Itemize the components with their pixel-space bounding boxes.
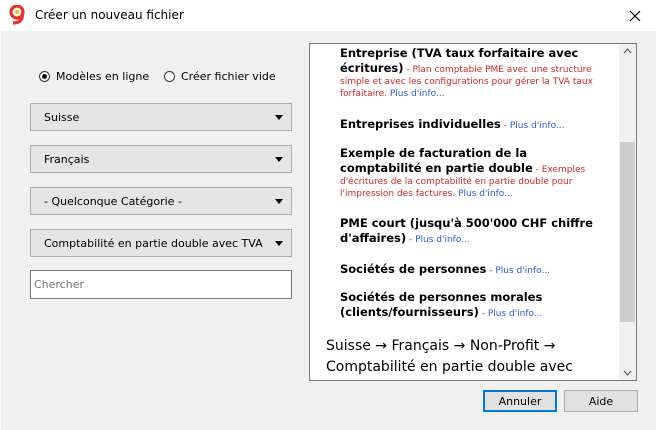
empty-file-radio[interactable]: Créer fichier vide (164, 67, 276, 85)
country-select-value: Suisse (44, 110, 80, 124)
template-description: - (500, 121, 510, 131)
more-info-link[interactable]: Plus d'info... (458, 189, 513, 199)
search-input[interactable] (30, 270, 292, 299)
title-bar: Créer un nouveau fichier (0, 0, 657, 31)
more-info-link[interactable]: Plus d'info... (390, 89, 445, 99)
more-info-link[interactable]: Plus d'info... (415, 235, 470, 245)
scroll-up-icon[interactable] (623, 48, 632, 54)
close-button[interactable] (616, 0, 654, 31)
template-name: Sociétés de personnes (340, 262, 487, 276)
radio-unselected-icon (164, 70, 175, 82)
category-select[interactable]: - Quelconque Catégorie - (30, 187, 292, 215)
template-item[interactable]: Sociétés de personnes - Plus d'info... (340, 262, 608, 277)
online-templates-radio[interactable]: Modèles en ligne (39, 67, 149, 85)
chevron-down-icon (275, 199, 283, 204)
template-name: Entreprises individuelles (340, 117, 501, 131)
dialog-body: Modèles en ligne Créer fichier vide Suis… (1, 31, 656, 430)
empty-file-label: Créer fichier vide (181, 69, 276, 83)
accounting-type-select-value: Comptabilité en partie double avec TVA (44, 236, 263, 250)
template-description: - (406, 235, 416, 245)
chevron-down-icon (275, 115, 283, 120)
category-select-value: - Quelconque Catégorie - (44, 194, 182, 208)
app-logo-icon (9, 5, 25, 25)
cancel-button[interactable]: Annuler (483, 390, 557, 412)
more-info-link[interactable]: Plus d'info... (495, 266, 550, 276)
template-name: Exemple de facturation de la comptabilit… (340, 146, 533, 175)
template-item[interactable]: Entreprise (TVA taux forfaitaire avec éc… (340, 46, 608, 100)
accounting-type-select[interactable]: Comptabilité en partie double avec TVA (30, 229, 292, 257)
template-item[interactable]: Sociétés de personnes morales (clients/f… (340, 290, 608, 320)
template-description: - (478, 309, 488, 319)
chevron-down-icon (275, 157, 283, 162)
template-list[interactable]: Entreprise (TVA taux forfaitaire avec éc… (309, 43, 637, 381)
template-item[interactable]: PME court (jusqu'à 500'000 CHF chiffre d… (340, 216, 608, 246)
template-item[interactable]: Entreprises individuelles - Plus d'info.… (340, 117, 608, 132)
vertical-scrollbar[interactable] (619, 44, 636, 380)
close-icon (629, 10, 641, 21)
window-title: Créer un nouveau fichier (35, 8, 184, 22)
chevron-down-icon (275, 241, 283, 246)
more-info-link[interactable]: Plus d'info... (488, 309, 543, 319)
group-path-heading: Suisse → Français → Non-Profit → Comptab… (326, 338, 573, 375)
language-select-value: Français (44, 152, 90, 166)
radio-selected-icon (39, 70, 50, 82)
language-select[interactable]: Français (30, 145, 292, 173)
online-templates-label: Modèles en ligne (56, 69, 150, 83)
template-item[interactable]: Exemple de facturation de la comptabilit… (340, 146, 608, 200)
more-info-link[interactable]: Plus d'info... (510, 121, 565, 131)
scroll-down-icon[interactable] (623, 370, 632, 376)
scrollbar-thumb[interactable] (620, 142, 635, 322)
help-button[interactable]: Aide (564, 390, 638, 412)
country-select[interactable]: Suisse (30, 103, 292, 131)
